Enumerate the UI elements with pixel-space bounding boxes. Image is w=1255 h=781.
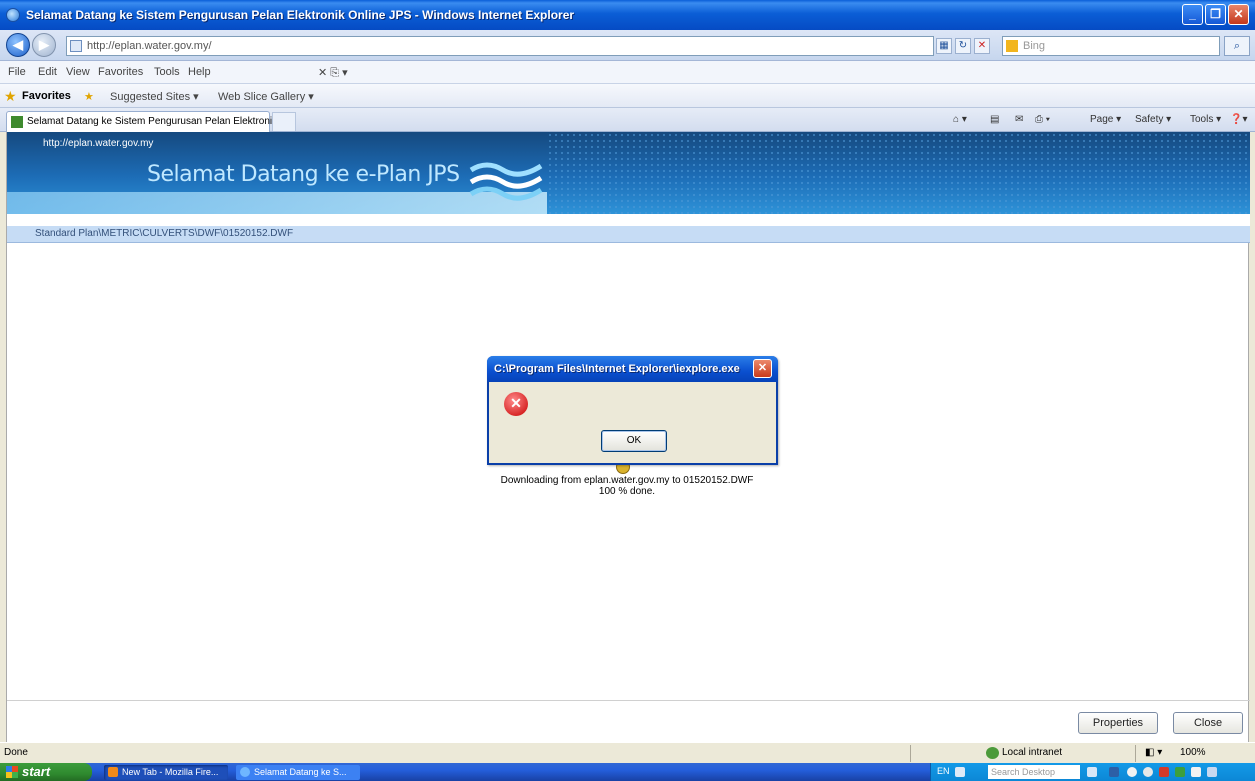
close-button[interactable]: Close bbox=[1173, 712, 1243, 734]
menu-favorites[interactable]: Favorites bbox=[98, 66, 143, 78]
page-menu[interactable]: Page ▾ bbox=[1090, 114, 1121, 125]
firefox-icon bbox=[108, 767, 118, 777]
new-tab-button[interactable] bbox=[272, 112, 296, 131]
properties-button[interactable]: Properties bbox=[1078, 712, 1158, 734]
suggested-sites-link[interactable]: Suggested Sites ▾ bbox=[110, 90, 199, 103]
address-url: http://eplan.water.gov.my/ bbox=[87, 40, 212, 52]
web-slice-gallery-link[interactable]: Web Slice Gallery ▾ bbox=[218, 90, 314, 103]
stop-icon[interactable]: ✕ bbox=[974, 38, 990, 54]
address-bar-row: ◀ ▶ http://eplan.water.gov.my/ ▦ ↻ ✕ Bin… bbox=[0, 30, 1255, 61]
download-percent: 100 % done. bbox=[598, 486, 656, 497]
tray-icon[interactable] bbox=[1191, 767, 1201, 777]
welcome-heading: Selamat Datang ke e-Plan JPS bbox=[147, 162, 460, 187]
search-input[interactable]: Bing bbox=[1002, 36, 1220, 56]
tray-icon[interactable] bbox=[1175, 767, 1185, 777]
browser-tab[interactable]: Selamat Datang ke Sistem Pengurusan Pela… bbox=[6, 111, 280, 132]
task-label: Selamat Datang ke S... bbox=[254, 767, 347, 777]
download-status: Downloading from eplan.water.gov.my to 0… bbox=[477, 475, 777, 497]
menu-file[interactable]: File bbox=[8, 66, 26, 78]
taskbar: start New Tab - Mozilla Fire... Selamat … bbox=[0, 763, 1255, 781]
menu-help[interactable]: Help bbox=[188, 66, 211, 78]
menu-tools[interactable]: Tools bbox=[154, 66, 180, 78]
refresh-icon[interactable]: ↻ bbox=[955, 38, 971, 54]
window-title: Selamat Datang ke Sistem Pengurusan Pela… bbox=[26, 8, 575, 22]
footer-divider bbox=[7, 700, 1250, 701]
error-dialog: C:\Program Files\Internet Explorer\iexpl… bbox=[487, 356, 778, 465]
tab-favicon bbox=[11, 116, 23, 128]
dialog-title: C:\Program Files\Internet Explorer\iexpl… bbox=[494, 363, 740, 375]
help-icon[interactable]: ❓▾ bbox=[1230, 114, 1247, 125]
security-zone[interactable]: Local intranet bbox=[1002, 747, 1062, 758]
tray-icon[interactable] bbox=[1143, 767, 1153, 777]
print-icon[interactable]: ⎙ ▾ bbox=[1035, 114, 1050, 125]
menu-edit[interactable]: Edit bbox=[38, 66, 57, 78]
favorites-star-icon: ★ bbox=[4, 88, 17, 104]
desktop-icon[interactable] bbox=[955, 767, 965, 777]
taskbar-item-firefox[interactable]: New Tab - Mozilla Fire... bbox=[104, 765, 228, 780]
ok-button[interactable]: OK bbox=[601, 430, 667, 452]
protected-mode-icon[interactable]: ◧ ▾ bbox=[1145, 747, 1162, 758]
site-banner: http://eplan.water.gov.my Selamat Datang… bbox=[7, 132, 1250, 214]
window-title-bar: Selamat Datang ke Sistem Pengurusan Pela… bbox=[0, 0, 1255, 30]
start-button[interactable]: start bbox=[0, 763, 92, 781]
tray-icon[interactable] bbox=[1207, 767, 1217, 777]
bing-icon bbox=[1006, 40, 1018, 52]
tray-icon[interactable] bbox=[1109, 767, 1119, 777]
tab-bar: Selamat Datang ke Sistem Pengurusan Pela… bbox=[0, 108, 1255, 132]
minimize-button[interactable]: _ bbox=[1182, 4, 1203, 25]
desktop-search-input[interactable]: Search Desktop bbox=[988, 765, 1080, 779]
safety-menu[interactable]: Safety ▾ bbox=[1135, 114, 1171, 125]
task-label: New Tab - Mozilla Fire... bbox=[122, 767, 219, 777]
status-divider bbox=[1135, 745, 1136, 762]
search-placeholder: Bing bbox=[1023, 40, 1046, 52]
menu-bar: File Edit View Favorites Tools Help ✕ ⎘ … bbox=[0, 61, 1255, 84]
start-label: start bbox=[22, 764, 51, 779]
taskbar-item-ie[interactable]: Selamat Datang ke S... bbox=[236, 765, 360, 780]
back-button[interactable]: ◀ bbox=[6, 33, 30, 57]
search-go-icon[interactable] bbox=[1087, 767, 1097, 777]
tab-title: Selamat Datang ke Sistem Pengurusan Pela… bbox=[27, 116, 281, 127]
banner-pattern bbox=[547, 132, 1250, 214]
dialog-title-bar: C:\Program Files\Internet Explorer\iexpl… bbox=[487, 356, 778, 382]
banner-swoosh bbox=[7, 192, 547, 214]
add-favorites-icon[interactable]: ★ bbox=[84, 90, 94, 103]
breadcrumb-path: Standard Plan\METRIC\CULVERTS\DWF\015201… bbox=[35, 228, 294, 239]
page-icon bbox=[70, 40, 82, 52]
maximize-button[interactable]: ❐ bbox=[1205, 4, 1226, 25]
status-divider bbox=[910, 745, 911, 762]
status-text: Done bbox=[4, 747, 28, 758]
feeds-icon[interactable]: ▤ bbox=[990, 114, 999, 125]
status-bar: Done Local intranet ◧ ▾ 100% bbox=[0, 742, 1255, 763]
mail-icon[interactable]: ✉ bbox=[1015, 114, 1023, 125]
home-icon[interactable]: ⌂ ▾ bbox=[953, 114, 967, 125]
language-indicator[interactable]: EN bbox=[937, 766, 950, 776]
local-intranet-icon bbox=[986, 747, 999, 759]
menu-view[interactable]: View bbox=[66, 66, 90, 78]
close-window-button[interactable]: ✕ bbox=[1228, 4, 1249, 25]
internet-explorer-icon bbox=[6, 8, 20, 22]
site-url-text: http://eplan.water.gov.my bbox=[43, 138, 154, 149]
favorites-button[interactable]: Favorites bbox=[22, 90, 71, 102]
banner-divider bbox=[7, 214, 1250, 226]
favorites-bar: ★ Favorites ★ Suggested Sites ▾ Web Slic… bbox=[0, 84, 1255, 108]
system-tray: EN Search Desktop bbox=[930, 763, 1255, 781]
dialog-close-button[interactable]: ✕ bbox=[753, 359, 772, 378]
tray-icon[interactable] bbox=[1159, 767, 1169, 777]
convert-icon[interactable]: ✕ ⎘ ▾ bbox=[318, 66, 348, 80]
ie-icon bbox=[240, 767, 250, 777]
compatibility-view-icon[interactable]: ▦ bbox=[936, 38, 952, 54]
water-logo-icon bbox=[469, 162, 543, 201]
search-icon[interactable]: ⌕ bbox=[1224, 36, 1250, 56]
forward-button[interactable]: ▶ bbox=[32, 33, 56, 57]
breadcrumb: Standard Plan\METRIC\CULVERTS\DWF\015201… bbox=[7, 226, 1250, 243]
error-icon: ✕ bbox=[504, 392, 528, 416]
windows-logo-icon bbox=[6, 766, 18, 778]
address-input[interactable]: http://eplan.water.gov.my/ bbox=[66, 36, 934, 56]
download-line: Downloading from eplan.water.gov.my to 0… bbox=[500, 475, 754, 486]
zoom-level[interactable]: 100% bbox=[1180, 747, 1206, 758]
tray-icon[interactable] bbox=[1127, 767, 1137, 777]
tools-menu[interactable]: Tools ▾ bbox=[1190, 114, 1221, 125]
